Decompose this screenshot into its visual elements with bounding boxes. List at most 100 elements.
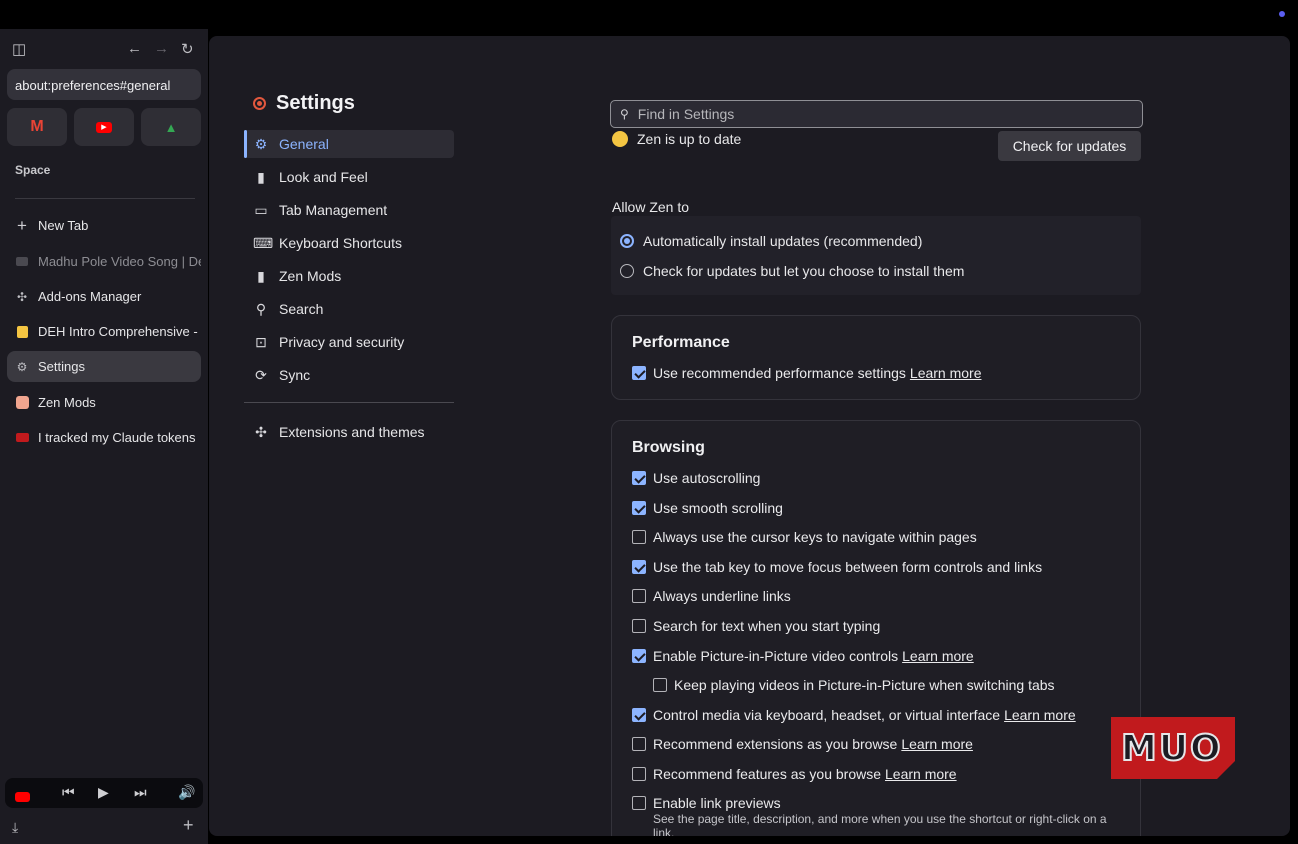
play-icon[interactable]: ▶ <box>98 784 109 801</box>
checkbox[interactable] <box>632 589 646 603</box>
checkbox[interactable] <box>632 530 646 544</box>
learn-more-link[interactable]: Learn more <box>910 365 982 381</box>
learn-more-link[interactable]: Learn more <box>1004 707 1076 723</box>
checkbox-label: Enable Picture-in-Picture video controls <box>653 648 899 664</box>
gmail-icon: M <box>30 118 44 135</box>
pinned-gmail[interactable]: M <box>7 108 67 146</box>
checkbox-label: Always underline links <box>653 588 791 604</box>
plus-icon: + <box>17 215 27 235</box>
tab-label: Madhu Pole Video Song | De <box>38 254 201 269</box>
tab-label: Settings <box>38 359 85 374</box>
url-bar[interactable]: about:preferences#general <box>7 69 201 100</box>
category-divider <box>244 402 454 403</box>
pinned-google-drive[interactable]: ▲ <box>141 108 201 146</box>
checkbox[interactable] <box>632 471 646 485</box>
category-search[interactable]: ⚲ Search <box>244 295 454 323</box>
media-controls: ⏮ ▶ ⏭ 🔊 <box>5 778 203 808</box>
tab-item-deh-intro[interactable]: DEH Intro Comprehensive - <box>7 316 201 347</box>
learn-more-link[interactable]: Learn more <box>901 736 973 752</box>
next-track-icon[interactable]: ⏭ <box>134 784 147 801</box>
radio-selected[interactable] <box>620 234 634 248</box>
checkbox[interactable] <box>632 560 646 574</box>
category-keyboard-shortcuts[interactable]: ⌨ Keyboard Shortcuts <box>244 229 454 257</box>
volume-icon[interactable]: 🔊 <box>178 784 195 801</box>
previous-track-icon[interactable]: ⏮ <box>62 784 75 801</box>
category-label: Keyboard Shortcuts <box>279 235 402 251</box>
learn-more-link[interactable]: Learn more <box>902 648 974 664</box>
category-general[interactable]: ⚙ General <box>244 130 454 158</box>
checkbox-row[interactable]: Enable Picture-in-Picture video controls… <box>632 648 974 664</box>
category-tab-management[interactable]: ▭ Tab Management <box>244 196 454 224</box>
link-preview-description: See the page title, description, and mor… <box>653 812 1107 836</box>
new-tab-plus-icon[interactable]: + <box>183 815 194 836</box>
checkbox-row[interactable]: Use recommended performance settings Lea… <box>632 365 982 381</box>
checkbox-row[interactable]: Always underline links <box>632 588 791 604</box>
checkbox-row[interactable]: Control media via keyboard, headset, or … <box>632 707 1076 723</box>
browsing-card: Browsing Use autoscrolling Use smooth sc… <box>611 420 1141 836</box>
learn-more-link[interactable]: Learn more <box>885 766 957 782</box>
checkbox[interactable] <box>632 708 646 722</box>
checkbox-row[interactable]: Enable link previews <box>632 795 781 811</box>
category-look-and-feel[interactable]: ▮ Look and Feel <box>244 163 454 191</box>
window-top-bar <box>0 0 1298 29</box>
tab-label: Zen Mods <box>38 395 96 410</box>
extensions-and-themes-link[interactable]: ✣ Extensions and themes <box>244 418 454 446</box>
reload-icon[interactable]: ↻ <box>181 40 194 58</box>
tab-label: I tracked my Claude tokens <box>38 430 196 445</box>
space-label: Space <box>15 163 51 177</box>
checkbox-row[interactable]: Keep playing videos in Picture-in-Pictur… <box>653 677 1055 693</box>
keyboard-icon: ⌨ <box>253 234 274 251</box>
checkbox-row[interactable]: Use smooth scrolling <box>632 500 783 516</box>
checkbox[interactable] <box>632 796 646 810</box>
check-for-updates-button[interactable]: Check for updates <box>998 131 1141 161</box>
sidebar-toggle-icon[interactable]: ◫ <box>12 40 26 58</box>
video-icon <box>15 255 29 269</box>
checkbox-label: Use smooth scrolling <box>653 500 783 516</box>
radio-manual-install[interactable]: Check for updates but let you choose to … <box>620 263 964 279</box>
checkbox[interactable] <box>632 619 646 633</box>
checkbox-row[interactable]: Use the tab key to move focus between fo… <box>632 559 1042 575</box>
window-icon: ▭ <box>254 201 268 218</box>
radio-auto-install[interactable]: Automatically install updates (recommend… <box>620 233 922 249</box>
performance-card: Performance Use recommended performance … <box>611 315 1141 400</box>
category-label: Sync <box>279 367 311 383</box>
category-sync[interactable]: ⟳ Sync <box>244 361 454 389</box>
checkbox[interactable] <box>632 649 646 663</box>
category-zen-mods[interactable]: ▮ Zen Mods <box>244 262 454 290</box>
section-heading: Browsing <box>632 439 705 456</box>
checkbox[interactable] <box>632 767 646 781</box>
checkbox-row[interactable]: Use autoscrolling <box>632 470 760 486</box>
pinned-youtube[interactable]: ▶ <box>74 108 134 146</box>
category-privacy[interactable]: ⊡ Privacy and security <box>244 328 454 356</box>
google-drive-icon: ▲ <box>164 119 178 135</box>
forward-icon[interactable]: → <box>154 40 169 57</box>
tab-item-claude-tokens[interactable]: I tracked my Claude tokens <box>7 422 201 453</box>
settings-page: Settings ⚙ General ▮ Look and Feel ▭ Tab… <box>209 36 1290 836</box>
tab-item-settings[interactable]: ⚙ Settings <box>7 351 201 382</box>
checkbox[interactable] <box>632 737 646 751</box>
tab-item-addons-manager[interactable]: ✣ Add-ons Manager <box>7 281 201 312</box>
checkbox-row[interactable]: Search for text when you start typing <box>632 618 880 634</box>
gear-icon: ⚙ <box>254 135 268 152</box>
search-icon: ⚲ <box>255 300 267 317</box>
checkbox-label: Use autoscrolling <box>653 470 761 486</box>
settings-search[interactable]: ⚲ <box>610 100 1143 128</box>
checkbox-row[interactable]: Recommend features as you browse Learn m… <box>632 766 957 782</box>
back-icon[interactable]: ← <box>127 40 142 57</box>
radio-unselected[interactable] <box>620 264 634 278</box>
pinned-tabs: M ▶ ▲ <box>7 108 201 146</box>
checkbox[interactable] <box>632 501 646 515</box>
radio-label: Automatically install updates (recommend… <box>643 233 923 249</box>
sync-icon: ⟳ <box>255 366 267 383</box>
tab-item-zen-mods[interactable]: Zen Mods <box>7 387 201 418</box>
checkbox-row[interactable]: Always use the cursor keys to navigate w… <box>632 529 977 545</box>
downloads-icon[interactable]: ⤓ <box>12 819 18 836</box>
checkbox[interactable] <box>632 366 646 380</box>
category-label: Extensions and themes <box>279 424 425 440</box>
search-input[interactable] <box>637 106 1118 122</box>
tab-item-madhu-pole[interactable]: Madhu Pole Video Song | De <box>7 246 201 277</box>
checkbox[interactable] <box>653 678 667 692</box>
new-tab-button[interactable]: + New Tab <box>7 210 201 241</box>
zen-logo-icon <box>253 97 266 110</box>
checkbox-row[interactable]: Recommend extensions as you browse Learn… <box>632 736 973 752</box>
